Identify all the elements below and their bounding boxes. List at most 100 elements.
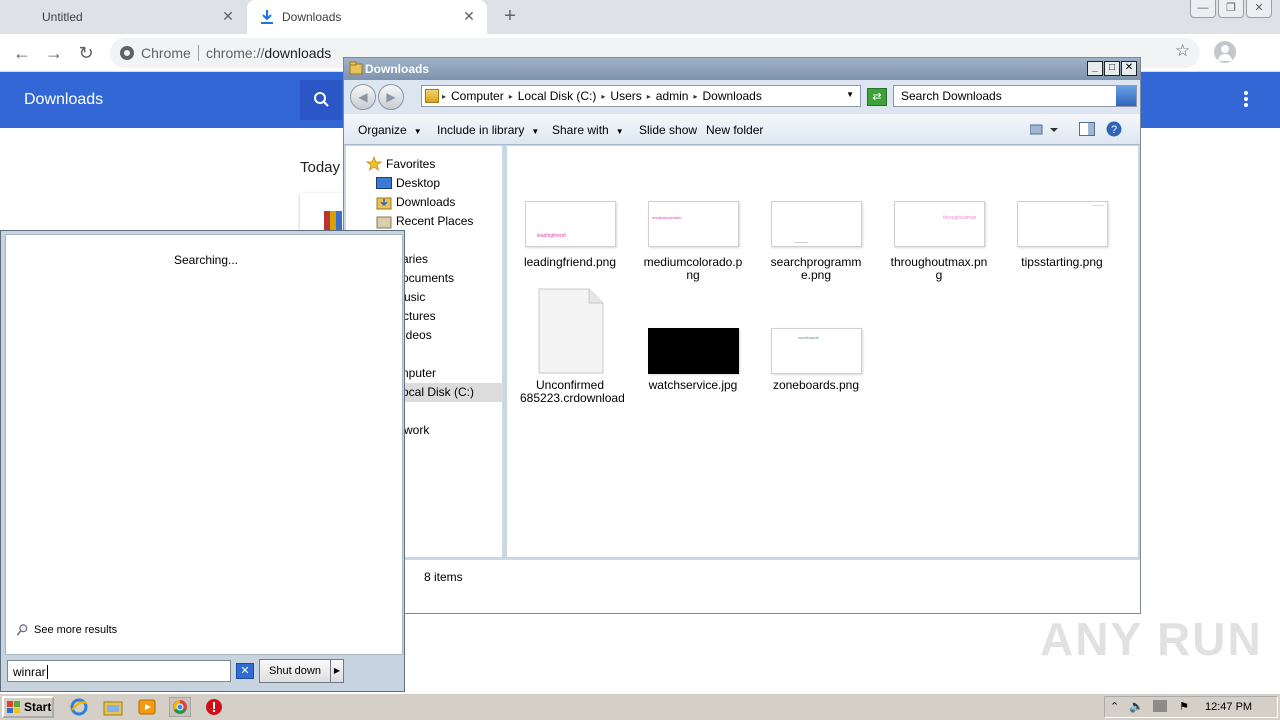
file-item[interactable]: tipsstarting.png <box>1012 199 1112 269</box>
more-menu-icon[interactable] <box>1238 90 1254 110</box>
tab-downloads[interactable]: Downloads ✕ <box>247 0 487 34</box>
forward-button[interactable]: ▶ <box>378 84 404 110</box>
image-thumbnail <box>771 201 862 247</box>
organize-menu[interactable]: Organize ▼ <box>358 123 422 137</box>
maximize-button[interactable]: □ <box>1104 61 1120 76</box>
explorer-titlebar[interactable]: Downloads _ □ ✕ <box>344 58 1140 80</box>
svg-text:?: ? <box>1111 124 1117 136</box>
preview-pane-icon[interactable] <box>1079 122 1095 136</box>
start-search-input[interactable]: winrar ✕ <box>7 660 254 682</box>
thumbnail-mark <box>1092 205 1104 206</box>
slide-show-button[interactable]: Slide show <box>639 123 697 137</box>
view-options-icon[interactable] <box>1030 124 1060 136</box>
breadcrumb-item[interactable]: Local Disk (C:) <box>518 89 597 103</box>
thumbnail-text: mediumcolorado <box>652 215 682 220</box>
breadcrumb-item[interactable]: Users <box>610 89 641 103</box>
minimize-button[interactable]: — <box>1190 0 1216 18</box>
item-count: 8 items <box>424 570 463 584</box>
refresh-button[interactable]: ⇄ <box>867 88 887 106</box>
close-icon[interactable]: ✕ <box>461 8 477 24</box>
shutdown-options-button[interactable]: ▶ <box>330 659 344 683</box>
see-more-results-link[interactable]: See more results <box>16 624 117 636</box>
file-name: mediumcolorado.png <box>643 255 743 282</box>
search-icon <box>314 92 329 107</box>
file-name: leadingfriend.png <box>523 255 617 269</box>
file-item[interactable]: Unconfirmed 685223.crdownload <box>520 288 625 408</box>
stop-icon[interactable] <box>203 697 225 717</box>
breadcrumb-separator: ▸ <box>646 91 651 101</box>
desktop-icon <box>376 177 392 189</box>
breadcrumb-separator: ▸ <box>693 91 698 101</box>
search-button[interactable] <box>300 80 342 120</box>
anyrun-watermark: ANY RUN <box>1040 613 1263 665</box>
image-thumbnail: leadingfriend <box>525 201 616 247</box>
show-hidden-icons-icon[interactable]: ⌃ <box>1110 700 1119 713</box>
new-tab-button[interactable]: + <box>498 5 522 29</box>
file-name: zoneboards.png <box>772 378 860 392</box>
breadcrumb-item[interactable]: Computer <box>451 89 504 103</box>
breadcrumb-item[interactable]: Downloads <box>702 89 761 103</box>
taskbar: Start ⌃ 🔈 ⚑ 12:47 PM <box>0 693 1280 720</box>
back-button[interactable]: ← <box>10 41 34 65</box>
breadcrumb[interactable]: ▸ Computer ▸ Local Disk (C:) ▸ Users ▸ a… <box>421 85 861 107</box>
page-title: Downloads <box>24 91 104 108</box>
action-center-flag-icon[interactable]: ⚑ <box>1179 700 1189 713</box>
profile-avatar-icon[interactable] <box>1214 41 1236 63</box>
back-button[interactable]: ◀ <box>350 84 376 110</box>
start-menu: Searching... See more results winrar ✕ S… <box>0 230 405 692</box>
minimize-button[interactable]: _ <box>1087 61 1103 76</box>
reload-button[interactable]: ↻ <box>74 41 98 65</box>
file-item[interactable]: mediumcolorado mediumcolorado.png <box>643 199 743 284</box>
close-window-button[interactable]: ✕ <box>1246 0 1272 18</box>
file-item[interactable]: throughoutmax throughoutmax.png <box>889 199 989 284</box>
chrome-icon[interactable] <box>169 697 191 717</box>
file-item[interactable]: zoneboards zoneboards.png <box>766 328 866 398</box>
window-controls: — ❐ ✕ <box>1188 0 1272 18</box>
window-title: Downloads <box>365 62 430 76</box>
internet-explorer-icon[interactable] <box>68 697 90 717</box>
forward-button[interactable]: → <box>42 41 66 65</box>
volume-icon[interactable]: 🔈 <box>1129 699 1144 713</box>
clear-search-button[interactable]: ✕ <box>236 663 254 679</box>
close-icon[interactable]: ✕ <box>220 8 236 24</box>
file-explorer-icon[interactable] <box>102 697 124 717</box>
search-input[interactable]: Search Downloads <box>893 85 1137 107</box>
nav-favorites[interactable]: Favorites <box>346 155 503 174</box>
share-with-menu[interactable]: Share with ▼ <box>552 123 624 137</box>
breadcrumb-item[interactable]: admin <box>656 89 689 103</box>
new-folder-button[interactable]: New folder <box>706 123 763 137</box>
thumbnail-text: zoneboards <box>798 335 819 340</box>
system-tray: ⌃ 🔈 ⚑ 12:47 PM <box>1104 696 1278 718</box>
file-item[interactable]: searchprogramme.png <box>766 199 866 284</box>
omnibox-divider <box>198 45 199 61</box>
folder-icon <box>349 61 363 75</box>
file-list: leadingfriend leadingfriend.png mediumco… <box>507 146 1138 557</box>
address-row: ◀ ▶ ▸ Computer ▸ Local Disk (C:) ▸ Users… <box>344 80 1140 114</box>
close-window-button[interactable]: ✕ <box>1121 61 1137 76</box>
start-button[interactable]: Start <box>2 696 54 718</box>
include-in-library-menu[interactable]: Include in library ▼ <box>437 123 539 137</box>
media-player-icon[interactable] <box>136 697 158 717</box>
file-item[interactable]: watchservice.jpg <box>643 328 743 398</box>
search-icon[interactable] <box>1116 86 1136 106</box>
nav-recent-places[interactable]: Recent Places <box>346 212 503 231</box>
restore-button[interactable]: ❐ <box>1218 0 1244 18</box>
file-name: searchprogramme.png <box>770 255 862 282</box>
chevron-down-icon[interactable]: ▼ <box>846 90 854 99</box>
help-icon[interactable]: ? <box>1106 121 1122 137</box>
windows-logo-icon <box>7 701 20 713</box>
nav-downloads[interactable]: Downloads <box>346 193 503 212</box>
file-name: watchservice.jpg <box>648 378 738 392</box>
network-icon[interactable] <box>1153 700 1167 712</box>
file-item[interactable]: leadingfriend leadingfriend.png <box>520 199 620 269</box>
clock[interactable]: 12:47 PM <box>1205 701 1252 713</box>
recent-places-icon <box>376 216 392 229</box>
shutdown-button[interactable]: Shut down <box>259 659 331 683</box>
bookmark-star-icon[interactable]: ☆ <box>1175 41 1190 61</box>
tab-untitled[interactable]: Untitled ✕ <box>0 0 246 34</box>
search-text: winrar <box>13 665 46 679</box>
url-text: chrome://downloads <box>206 45 332 61</box>
image-thumbnail <box>648 328 739 374</box>
document-file-icon <box>538 288 604 374</box>
nav-desktop[interactable]: Desktop <box>346 174 503 193</box>
